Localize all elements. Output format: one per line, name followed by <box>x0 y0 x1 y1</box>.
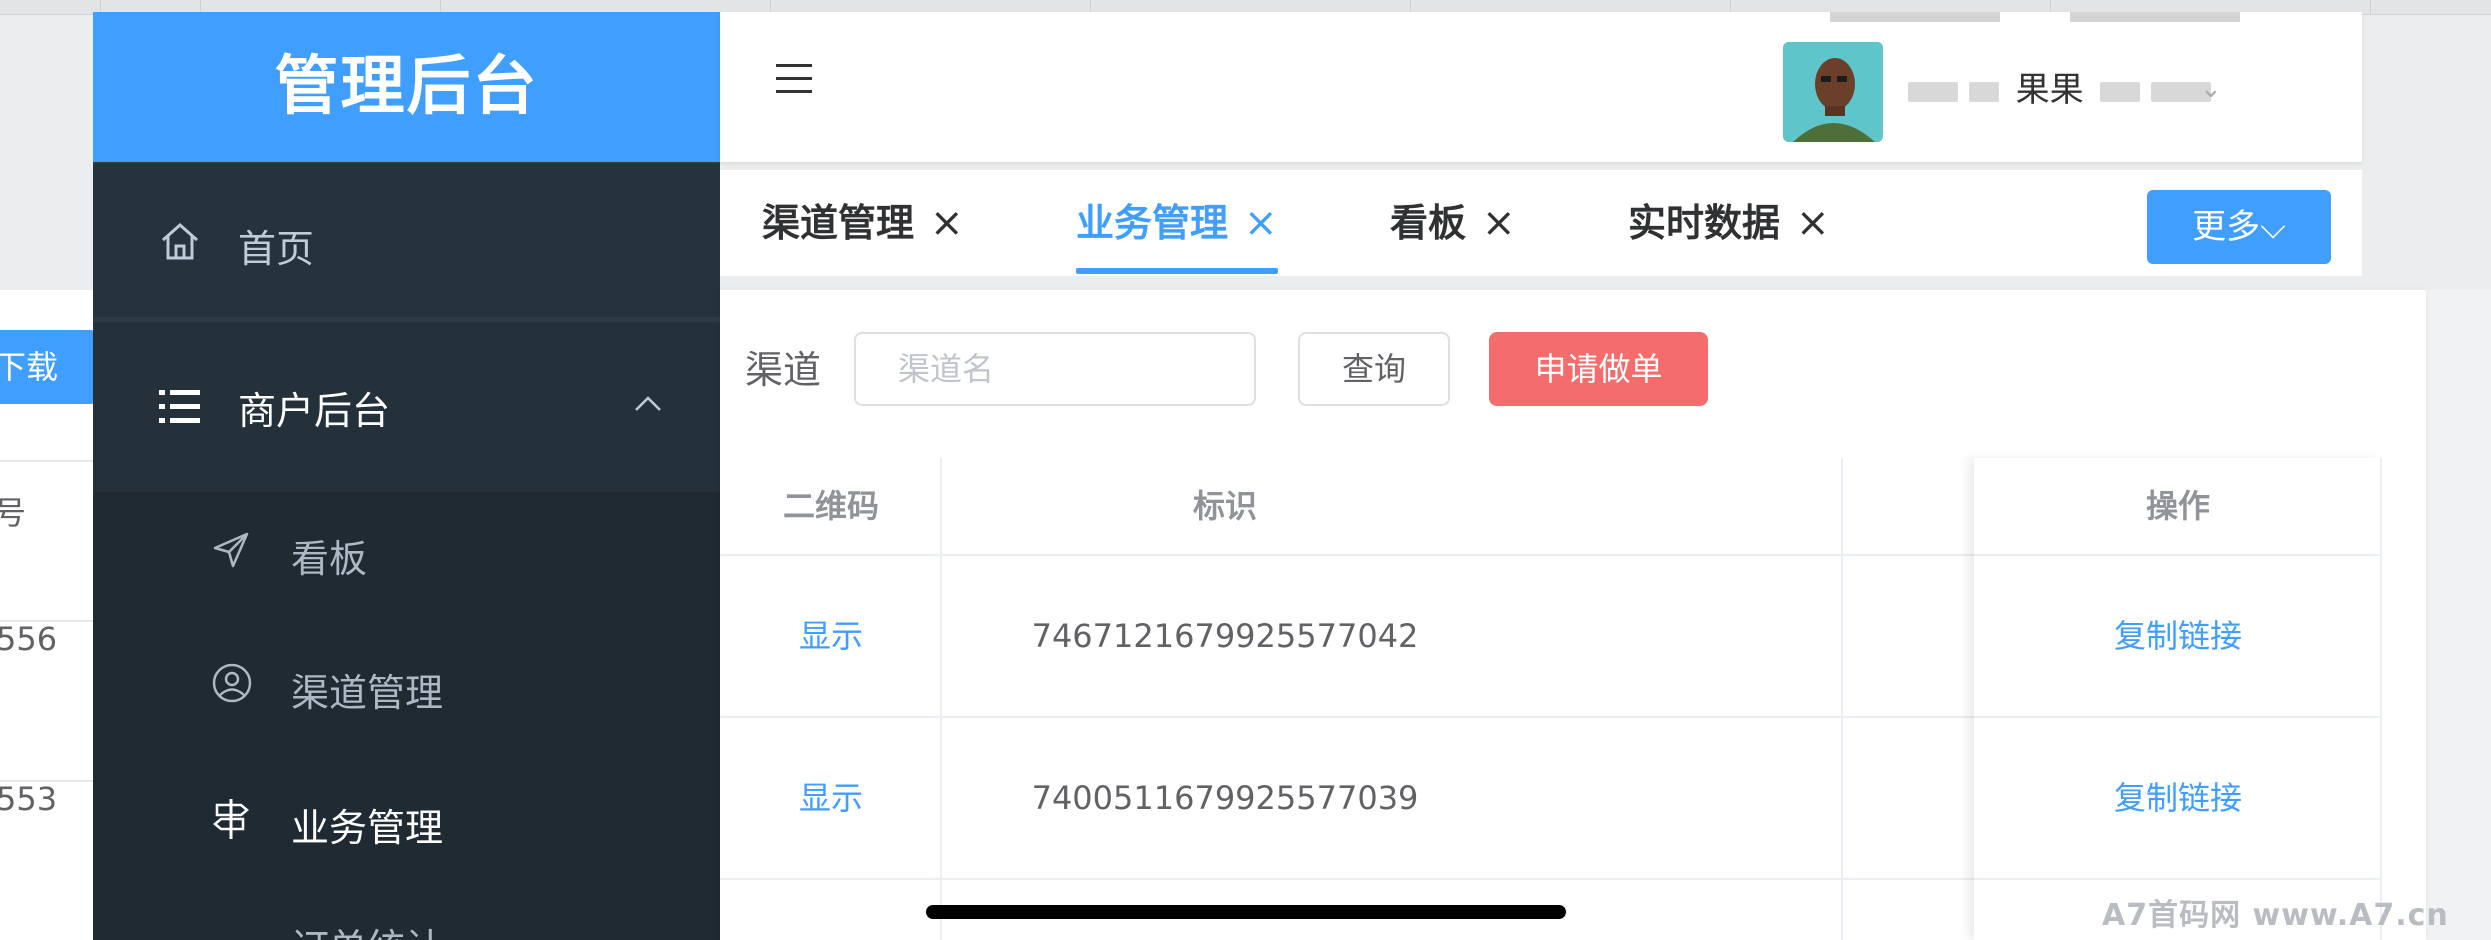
show-qrcode-link[interactable]: 显示 <box>799 617 863 655</box>
action-cell: 复制链接 <box>1974 718 2382 880</box>
sidebar-submenu: 看板 渠道管理 业务管理 订单统计 <box>93 492 720 940</box>
apply-order-button[interactable]: 申请做单 <box>1489 332 1708 406</box>
table-cell <box>1508 556 1974 718</box>
main-content: 渠道 查询 申请做单 二维码 标识 显示 7467121679925577042… <box>720 290 2426 940</box>
identifier-cell: 7400511679925577039 <box>942 718 1508 880</box>
more-tabs-button[interactable]: 更多⌵ <box>2147 190 2331 264</box>
active-tab-indicator <box>1076 268 1278 274</box>
home-icon <box>162 222 198 260</box>
background-header-fragment: 号 <box>0 494 27 532</box>
table-row: 显示 <box>720 718 942 880</box>
column-divider <box>1841 458 1843 940</box>
copy-link-button[interactable]: 复制链接 <box>2114 779 2242 817</box>
background-row-fragment: 556 <box>0 620 58 658</box>
table-cell <box>1508 718 1974 880</box>
tab-label: 实时数据 <box>1628 201 1781 245</box>
tab-channel-management[interactable]: 渠道管理 × <box>762 170 964 276</box>
table-row: 显示 <box>720 556 942 718</box>
column-divider <box>940 458 942 940</box>
column-header-action: 操作 <box>1974 458 2382 556</box>
top-header: 果果 ⌄ <box>720 12 2362 162</box>
user-circle-icon <box>212 663 252 703</box>
sidebar-item-channel-label: 渠道管理 <box>291 671 444 715</box>
sidebar-item-business-label: 业务管理 <box>291 806 444 850</box>
background-download-label: 下载 <box>0 348 59 386</box>
tab-label: 业务管理 <box>1076 201 1229 245</box>
query-button[interactable]: 查询 <box>1298 332 1450 406</box>
sidebar-item-merchant-label: 商户后台 <box>238 389 391 433</box>
background-download-button[interactable]: 下载 <box>0 330 95 404</box>
brand-title: 管理后台 <box>93 12 720 162</box>
chevron-down-icon[interactable]: ⌄ <box>2200 74 2230 104</box>
sidebar-item-home[interactable]: 首页 <box>93 164 720 317</box>
tab-dashboard[interactable]: 看板 × <box>1390 170 1516 276</box>
close-icon[interactable]: × <box>1482 200 1516 246</box>
chevron-up-icon <box>635 396 661 411</box>
page-edge <box>2426 290 2491 940</box>
tab-realtime-data[interactable]: 实时数据 × <box>1628 170 1830 276</box>
identifier-cell: 7467121679925577042 <box>942 556 1508 718</box>
fixed-action-column: 操作 复制链接 复制链接 <box>1974 458 2382 940</box>
sidebar-item-orders[interactable]: 订单统计 <box>93 887 720 940</box>
sidebar-item-dashboard[interactable]: 看板 <box>93 492 720 612</box>
username-text: 果果 <box>2015 70 2084 110</box>
home-indicator <box>926 905 1566 919</box>
tab-label: 渠道管理 <box>762 201 915 245</box>
header-redaction <box>2070 12 2240 22</box>
channel-name-input[interactable] <box>854 332 1256 406</box>
background-row-fragment: 553 <box>0 780 58 818</box>
sidebar-item-dashboard-label: 看板 <box>291 537 368 581</box>
close-icon[interactable]: × <box>1244 200 1278 246</box>
avatar[interactable] <box>1783 42 1883 142</box>
tab-label: 看板 <box>1390 201 1467 245</box>
sidebar-item-merchant[interactable]: 商户后台 <box>93 322 720 492</box>
show-qrcode-link[interactable]: 显示 <box>799 779 863 817</box>
close-icon[interactable]: × <box>930 200 964 246</box>
sidebar-item-business[interactable]: 业务管理 <box>93 747 720 887</box>
column-header-identifier: 标识 <box>942 458 1508 556</box>
sidebar-item-channel[interactable]: 渠道管理 <box>93 612 720 747</box>
watermark: A7首码网 www.A7.cn <box>2102 898 2449 933</box>
channel-filter-label: 渠道 <box>745 348 822 392</box>
sidebar-item-home-label: 首页 <box>238 227 315 271</box>
sidebar: 管理后台 首页 商户后台 看板 渠道管理 业务管理 <box>93 12 720 940</box>
avatar-image <box>1783 42 1883 142</box>
copy-link-button[interactable]: 复制链接 <box>2114 617 2242 655</box>
tabs-bar: 渠道管理 × 业务管理 × 看板 × 实时数据 × 更多⌵ <box>720 170 2362 276</box>
hamburger-menu-icon[interactable] <box>776 64 812 94</box>
username[interactable]: 果果 <box>1908 62 2212 118</box>
signpost-icon <box>213 799 249 839</box>
list-icon <box>159 390 200 423</box>
business-table: 二维码 标识 显示 7467121679925577042 显示 7400511… <box>720 458 2382 940</box>
action-cell: 复制链接 <box>1974 556 2382 718</box>
header-redaction <box>1830 12 2000 22</box>
column-divider <box>2380 458 2382 940</box>
close-icon[interactable]: × <box>1796 200 1830 246</box>
paper-plane-icon <box>213 532 249 568</box>
tab-business-management[interactable]: 业务管理 × <box>1076 170 1278 276</box>
column-header-hidden <box>1508 458 1974 556</box>
column-header-qrcode: 二维码 <box>720 458 942 556</box>
sidebar-item-orders-label: 订单统计 <box>291 917 443 940</box>
